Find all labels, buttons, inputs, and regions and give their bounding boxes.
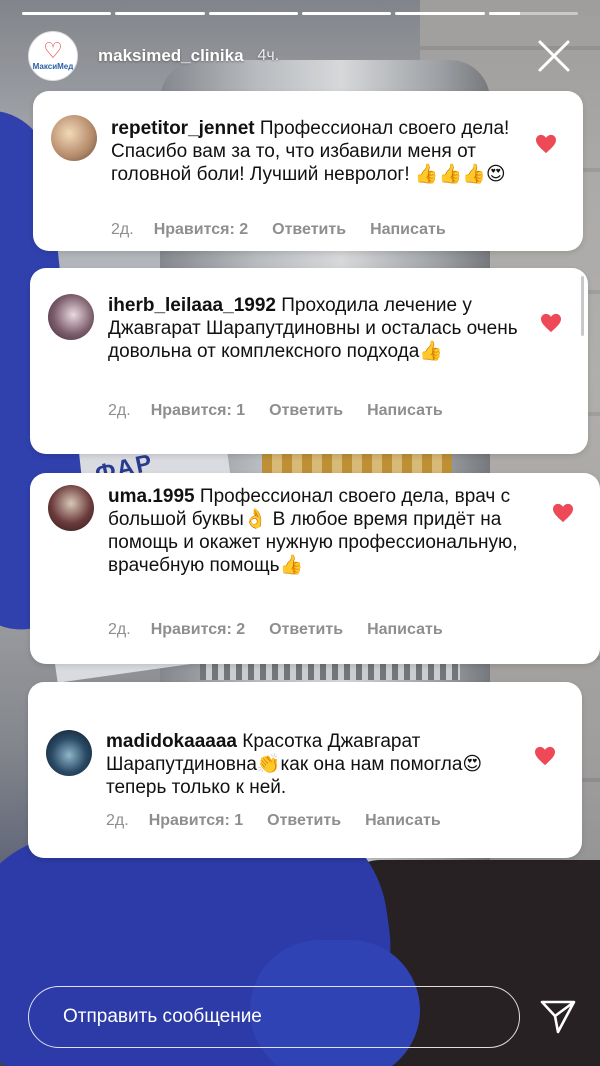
comment-username[interactable]: repetitor_jennet	[111, 118, 255, 139]
comment-card: repetitor_jennet Профессионал своего дел…	[33, 91, 583, 251]
reply-button[interactable]: Ответить	[269, 621, 343, 639]
reply-button[interactable]: Ответить	[269, 402, 343, 420]
comment-text: uma.1995 Профессионал своего дела, врач …	[108, 485, 538, 577]
comment-likes[interactable]: Нравится: 1	[149, 812, 243, 830]
comment-meta: 2д. Нравится: 2 Ответить Написать	[111, 221, 446, 239]
message-button[interactable]: Написать	[365, 812, 441, 830]
commenter-avatar[interactable]	[48, 294, 94, 340]
progress-segment	[115, 12, 205, 15]
comment-username[interactable]: madidokaaaaa	[106, 731, 237, 752]
comment-meta: 2д. Нравится: 1 Ответить Написать	[106, 812, 441, 830]
message-button[interactable]: Написать	[370, 221, 446, 239]
comment-age: 2д.	[106, 812, 129, 829]
close-icon[interactable]	[534, 36, 574, 76]
send-icon[interactable]	[538, 996, 578, 1036]
send-message-placeholder: Отправить сообщение	[63, 1006, 262, 1027]
comment-age: 2д.	[111, 221, 134, 238]
heart-icon[interactable]	[552, 503, 574, 523]
comment-text: repetitor_jennet Профессионал своего дел…	[111, 117, 521, 186]
heart-icon[interactable]	[540, 313, 562, 333]
heart-icon[interactable]	[534, 746, 556, 766]
reply-button[interactable]: Ответить	[267, 812, 341, 830]
progress-segment	[395, 12, 485, 15]
comment-likes[interactable]: Нравится: 2	[151, 621, 245, 639]
story-header: ♡ МаксиМед maksimed_clinika 4ч.	[28, 30, 582, 82]
commenter-avatar[interactable]	[51, 115, 97, 161]
progress-segment	[301, 12, 392, 15]
logo-heart-icon: ♡	[43, 38, 63, 63]
comment-age: 2д.	[108, 621, 131, 638]
account-avatar[interactable]: ♡ МаксиМед	[28, 31, 78, 81]
reply-button[interactable]: Ответить	[272, 221, 346, 239]
comment-text: iherb_leilaaa_1992 Проходила лечение у Д…	[108, 294, 526, 363]
commenter-avatar[interactable]	[48, 485, 94, 531]
comment-card: uma.1995 Профессионал своего дела, врач …	[30, 473, 600, 664]
scrollbar[interactable]	[581, 276, 584, 336]
comment-text: madidokaaaaa Красотка Джавгарат Шарапутд…	[106, 730, 520, 799]
comment-likes[interactable]: Нравится: 1	[151, 402, 245, 420]
comment-meta: 2д. Нравится: 2 Ответить Написать	[108, 621, 443, 639]
comment-card: iherb_leilaaa_1992 Проходила лечение у Д…	[30, 268, 588, 454]
logo-text: МаксиМед	[32, 62, 74, 71]
comment-card: madidokaaaaa Красотка Джавгарат Шарапутд…	[28, 682, 582, 858]
comment-age: 2д.	[108, 402, 131, 419]
heart-icon[interactable]	[535, 134, 557, 154]
comment-username[interactable]: iherb_leilaaa_1992	[108, 295, 276, 316]
commenter-avatar[interactable]	[46, 730, 92, 776]
account-username[interactable]: maksimed_clinika	[98, 46, 244, 66]
comment-meta: 2д. Нравится: 1 Ответить Написать	[108, 402, 443, 420]
progress-segment	[488, 12, 578, 15]
story-progress-bar	[22, 12, 578, 15]
story-timestamp: 4ч.	[257, 47, 280, 64]
message-button[interactable]: Написать	[367, 621, 443, 639]
progress-segment	[22, 12, 112, 15]
send-message-input[interactable]: Отправить сообщение	[28, 986, 520, 1048]
progress-segment	[208, 12, 298, 15]
message-button[interactable]: Написать	[367, 402, 443, 420]
comment-likes[interactable]: Нравится: 2	[154, 221, 248, 239]
comment-username[interactable]: uma.1995	[108, 486, 195, 507]
